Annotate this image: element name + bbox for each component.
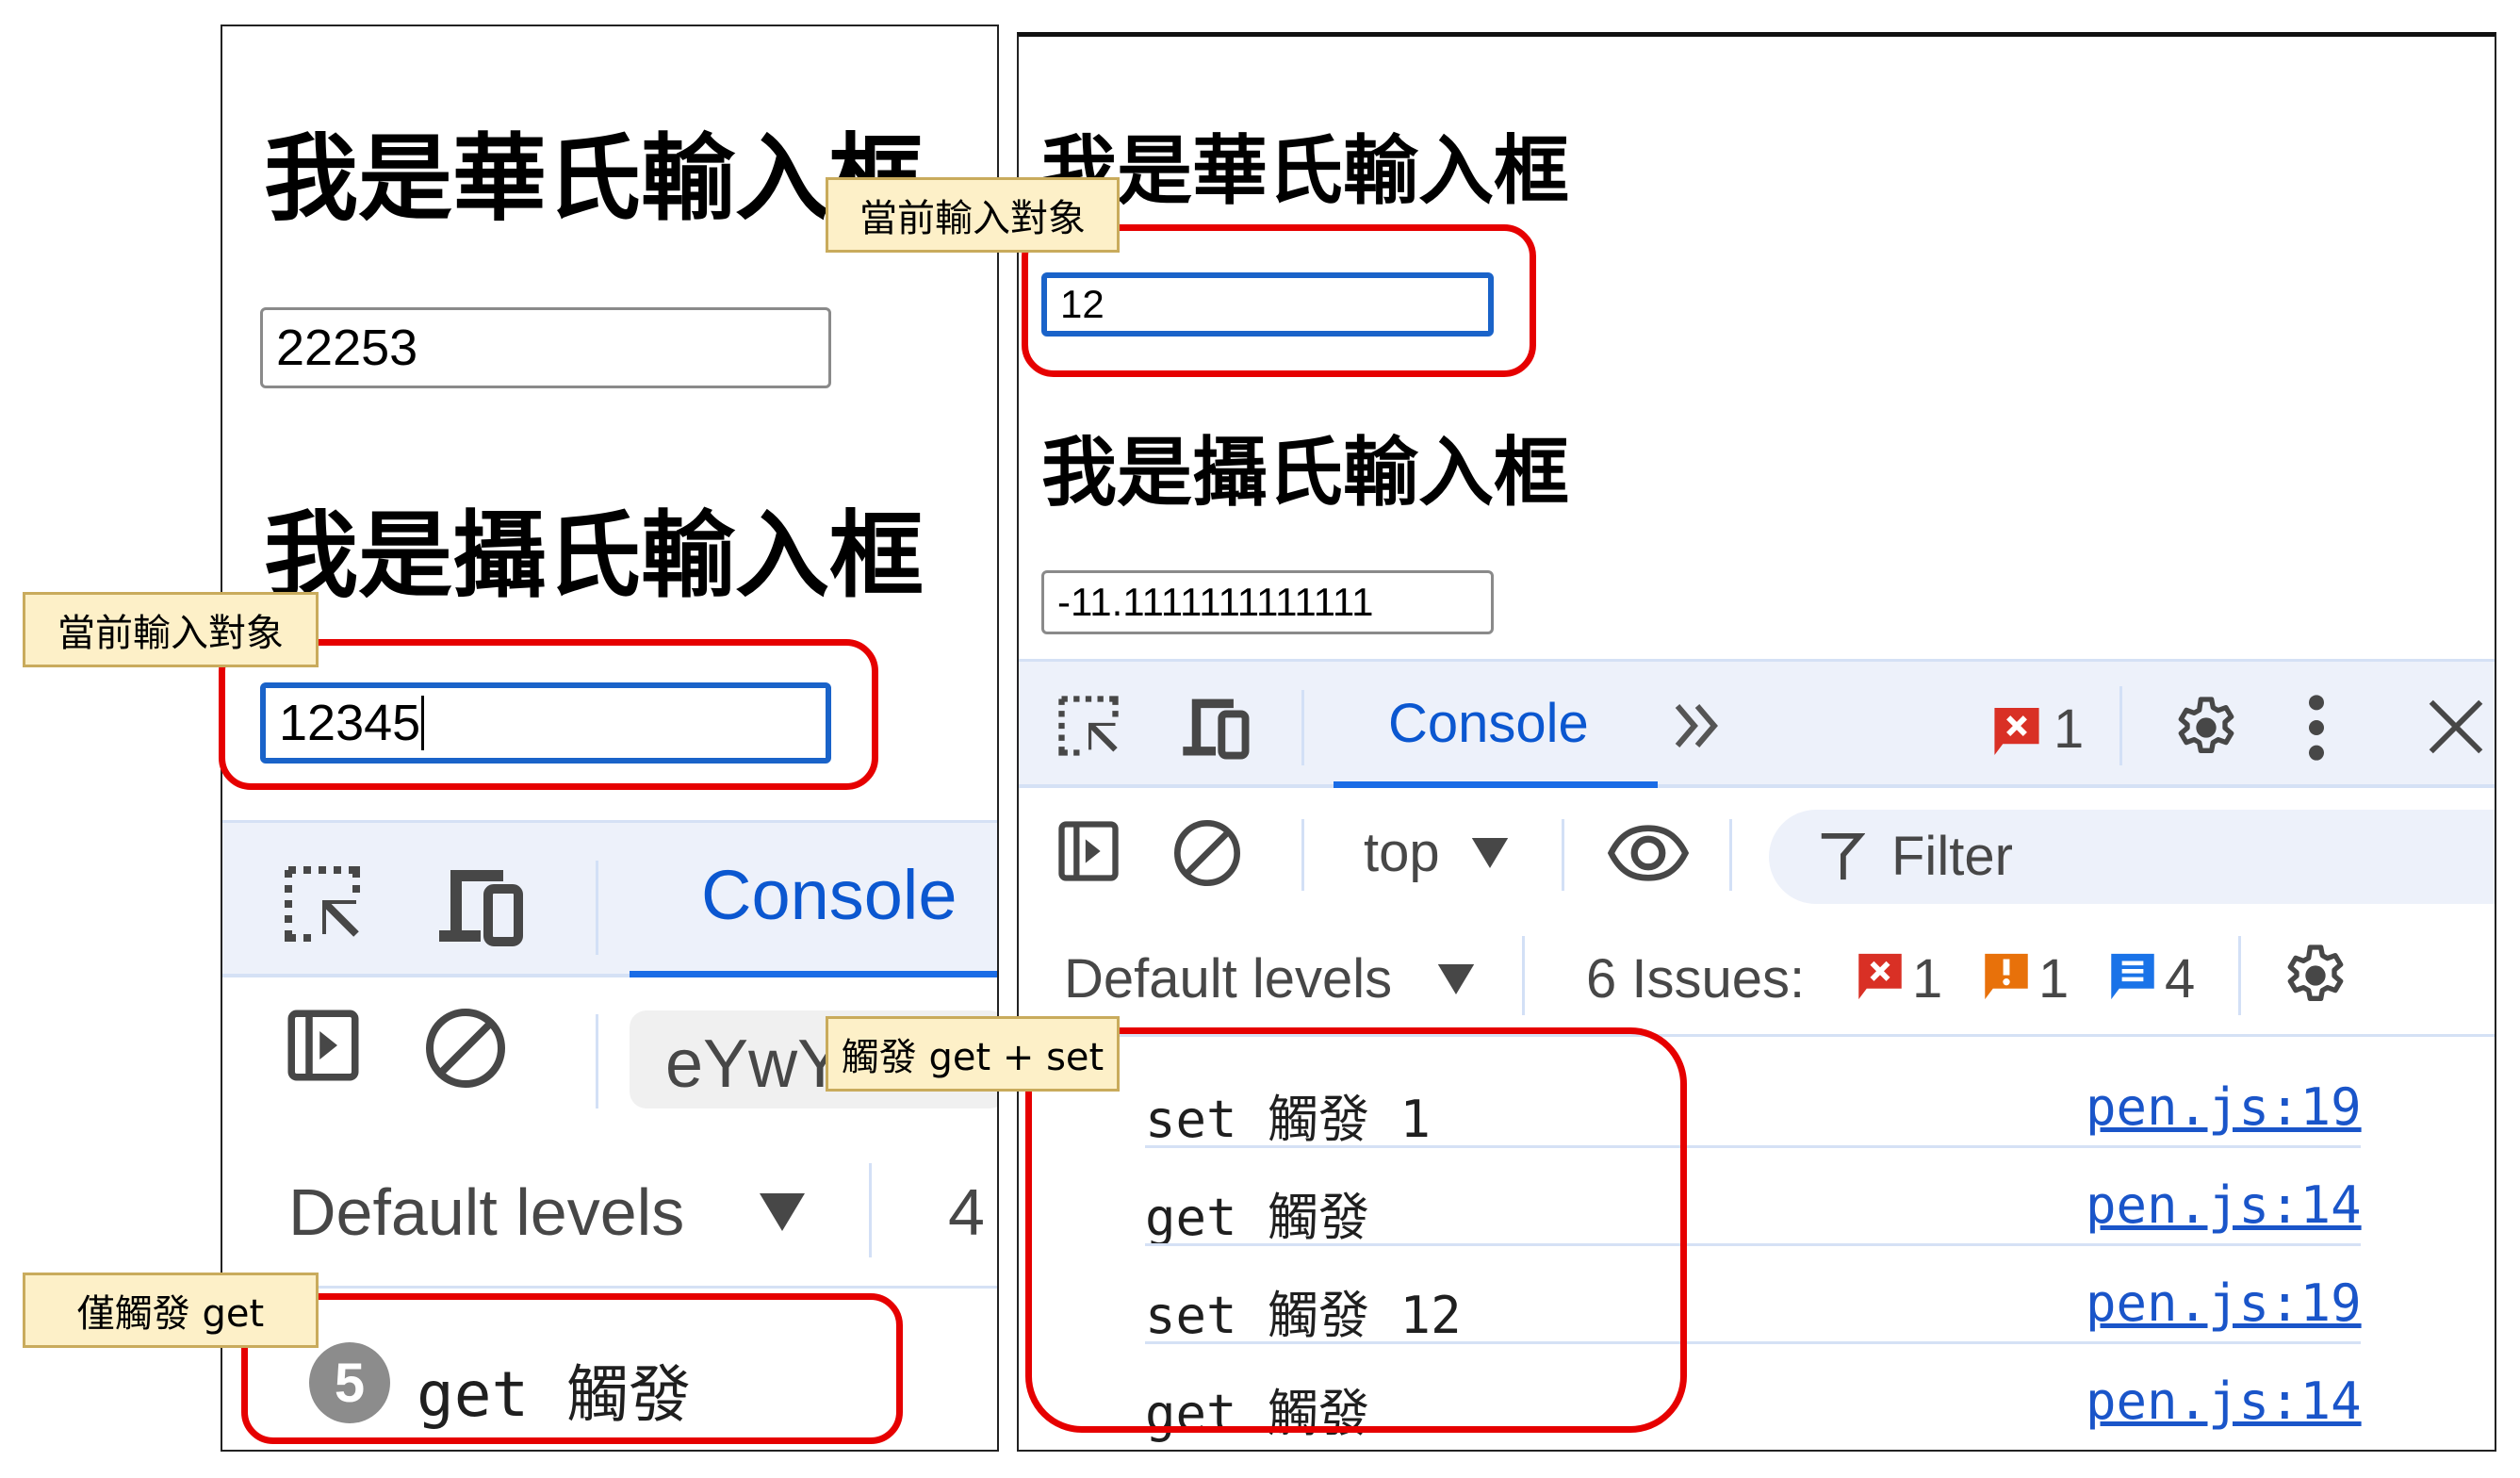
dropdown-triangle-icon xyxy=(760,1193,805,1231)
log-divider xyxy=(1145,1145,2361,1148)
repeat-count-badge: 5 xyxy=(309,1342,390,1423)
right-browser-panel: 我是華氏輸入框 12 我是攝氏輸入框 -11.1111111111111 Con… xyxy=(1017,32,2496,1452)
inspect-element-icon[interactable] xyxy=(1053,690,1124,762)
log-entry: get 觸發 pen.js:14 xyxy=(1019,1358,2495,1450)
toolbar-divider xyxy=(596,861,598,955)
context-selector[interactable]: top xyxy=(1364,821,1440,884)
toolbar-divider xyxy=(596,1014,598,1108)
filter-icon xyxy=(1821,833,1865,880)
device-toolbar-icon[interactable] xyxy=(432,859,530,949)
sidebar-toggle-icon[interactable] xyxy=(1053,815,1124,887)
settings-gear-icon[interactable] xyxy=(2168,690,2244,765)
clear-console-icon[interactable] xyxy=(420,1003,511,1093)
log-source-link[interactable]: pen.js:19 xyxy=(2086,1273,2362,1333)
log-entry: get 觸發 pen.js:14 xyxy=(1019,1162,2495,1256)
tab-console[interactable]: Console xyxy=(1388,692,1589,755)
console-divider xyxy=(222,1286,997,1289)
close-devtools-icon[interactable] xyxy=(2423,694,2489,760)
dropdown-triangle-icon xyxy=(1437,964,1475,994)
callout-current-input-right: 當前輸入對象 xyxy=(826,177,1120,253)
log-entry: set 觸發 12 pen.js:19 xyxy=(1019,1260,2495,1355)
issue-error-count: 1 xyxy=(1912,948,1943,1010)
inspect-element-icon[interactable] xyxy=(277,859,368,949)
toolbar-divider xyxy=(1729,819,1732,891)
toolbar-divider xyxy=(1562,819,1564,891)
text-caret xyxy=(421,696,425,750)
log-divider xyxy=(1145,1341,2361,1344)
toolbar-divider xyxy=(1301,819,1304,891)
log-levels-dropdown[interactable]: Default levels xyxy=(288,1174,684,1250)
log-source-link[interactable]: pen.js:14 xyxy=(2086,1371,2362,1431)
celsius-input[interactable]: -11.1111111111111 xyxy=(1041,570,1494,634)
devtools-tabbar: Console 1 xyxy=(1019,659,2495,788)
devtools-tabbar: Console xyxy=(222,820,997,977)
log-divider xyxy=(1145,1243,2361,1246)
callout-get-only: 僅觸發 get xyxy=(23,1273,319,1348)
dropdown-triangle-icon xyxy=(1471,838,1509,868)
log-message: set 觸發 12 xyxy=(1145,1286,1462,1345)
error-count[interactable]: 1 xyxy=(2054,698,2084,761)
clear-console-icon[interactable] xyxy=(1170,815,1245,891)
fahrenheit-input[interactable]: 12 xyxy=(1041,272,1494,337)
celsius-input-value: -11.1111111111111 xyxy=(1057,580,1374,624)
issue-warning-icon xyxy=(1985,953,2028,1000)
console-settings-gear-icon[interactable] xyxy=(2278,938,2353,1013)
issue-error-icon xyxy=(1858,953,1902,1000)
active-tab-indicator xyxy=(1334,781,1658,788)
context-selector-value: eYwY xyxy=(665,1026,843,1102)
issue-info-count: 4 xyxy=(2165,948,2196,1010)
log-entry: 5 get 觸發 xyxy=(222,1327,997,1431)
issue-info-icon xyxy=(2111,953,2154,1000)
filter-placeholder: Filter xyxy=(1891,826,2013,887)
toolbar-divider xyxy=(869,1163,872,1257)
device-toolbar-icon[interactable] xyxy=(1177,690,1254,762)
more-tabs-icon[interactable] xyxy=(1669,699,1726,752)
more-options-icon[interactable] xyxy=(2302,690,2331,765)
active-tab-indicator xyxy=(630,971,997,977)
fahrenheit-heading: 我是華氏輸入框 xyxy=(264,123,924,234)
toolbar-divider xyxy=(2119,686,2122,765)
log-message: set 觸發 1 xyxy=(1145,1090,1432,1149)
callout-get-and-set: 觸發 get + set xyxy=(826,1016,1120,1092)
toolbar-divider xyxy=(1522,936,1525,1015)
log-message: get 觸發 xyxy=(417,1358,691,1431)
log-message: get 觸發 xyxy=(1145,1384,1370,1443)
fahrenheit-heading: 我是華氏輸入框 xyxy=(1041,127,1569,215)
callout-current-input-left: 當前輸入對象 xyxy=(23,592,319,667)
issue-warning-count: 1 xyxy=(2038,948,2070,1010)
tab-console[interactable]: Console xyxy=(701,855,957,935)
issues-count[interactable]: 4 xyxy=(948,1174,985,1250)
sidebar-toggle-icon[interactable] xyxy=(281,1003,366,1088)
toolbar-divider xyxy=(1301,690,1304,765)
celsius-heading: 我是攝氏輸入框 xyxy=(1041,429,1569,517)
console-divider xyxy=(1019,1034,2495,1037)
error-badge-icon[interactable] xyxy=(1991,705,2042,758)
log-source-link[interactable]: pen.js:19 xyxy=(2086,1077,2362,1137)
filter-input[interactable]: Filter xyxy=(1769,810,2495,904)
toolbar-divider xyxy=(2238,936,2241,1015)
fahrenheit-input-value: 22253 xyxy=(276,320,418,376)
celsius-input[interactable]: 12345 xyxy=(260,682,831,764)
fahrenheit-input[interactable]: 22253 xyxy=(260,307,831,388)
live-expression-eye-icon[interactable] xyxy=(1605,815,1692,891)
log-levels-dropdown[interactable]: Default levels xyxy=(1064,947,1392,1010)
log-source-link[interactable]: pen.js:14 xyxy=(2086,1175,2362,1235)
log-message: get 觸發 xyxy=(1145,1188,1370,1247)
celsius-input-value: 12345 xyxy=(279,695,421,751)
fahrenheit-input-value: 12 xyxy=(1060,282,1105,326)
celsius-heading: 我是攝氏輸入框 xyxy=(264,501,924,611)
issues-label[interactable]: 6 Issues: xyxy=(1586,947,1805,1010)
log-entry: set 觸發 1 pen.js:19 xyxy=(1019,1064,2495,1158)
